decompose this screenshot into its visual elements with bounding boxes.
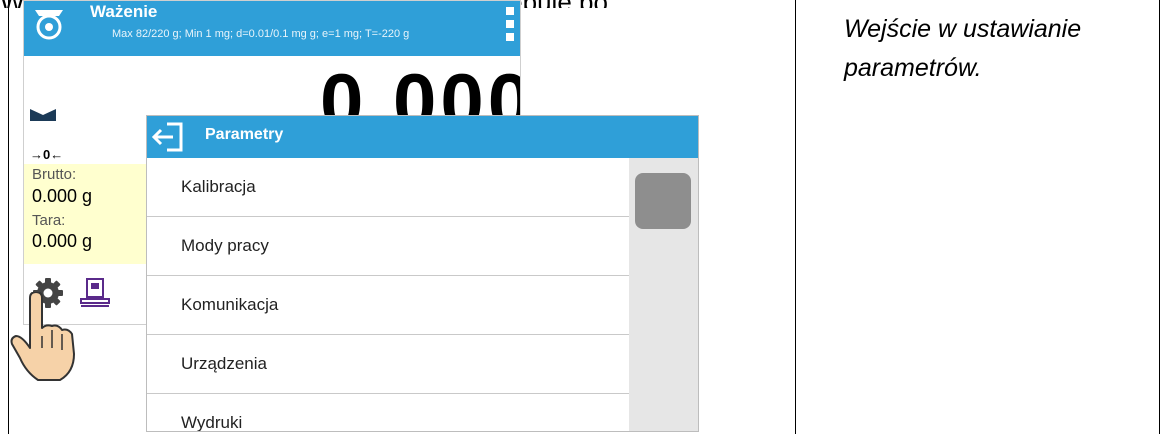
popup-title: Parametry	[205, 126, 284, 143]
menu-item-communication[interactable]: Komunikacja	[147, 276, 629, 335]
menu-list: Kalibracja Mody pracy Komunikacja Urządz…	[147, 158, 629, 431]
document-table: Wejście w ustawianie parametrów wagi nas…	[0, 0, 1169, 434]
pointing-hand-icon	[10, 292, 75, 381]
menu-item-printouts[interactable]: Wydruki	[147, 394, 629, 431]
top-bar: Ważenie Max 82/220 g; Min 1 mg; d=0.01/0…	[24, 1, 520, 56]
gross-label: Brutto:	[32, 166, 77, 183]
tare-label: Tara:	[32, 212, 66, 229]
table-line-left	[8, 0, 9, 434]
table-line-right	[1159, 0, 1160, 434]
tare-value: 0.000 g	[32, 231, 93, 251]
parameters-popup: Parametry Kalibracja Mody pracy Komunika…	[146, 115, 699, 432]
table-line-middle	[795, 0, 796, 434]
tare-icon[interactable]	[78, 277, 112, 309]
app-title: Ważenie	[90, 2, 158, 21]
menu-item-calibration[interactable]: Kalibracja	[147, 158, 629, 217]
zero-indicator: →0←	[30, 147, 64, 162]
exit-back-icon[interactable]	[151, 120, 187, 154]
menu-item-work-modes[interactable]: Mody pracy	[147, 217, 629, 276]
scrollbar-track[interactable]	[629, 158, 698, 431]
scrollbar-thumb[interactable]	[635, 173, 691, 229]
info-panel: Brutto: 0.000 g Tara: 0.000 g	[24, 164, 146, 264]
scale-icon[interactable]	[32, 7, 66, 41]
step-description: Wejście w ustawianie parametrów.	[844, 15, 1082, 82]
gross-value: 0.000 g	[32, 186, 93, 206]
kebab-menu-icon[interactable]	[506, 7, 514, 41]
popup-header: Parametry	[147, 116, 698, 158]
menu-item-devices[interactable]: Urządzenia	[147, 335, 629, 394]
spec-line: Max 82/220 g; Min 1 mg; d=0.01/0.1 mg g;…	[112, 28, 410, 40]
stable-indicator-icon	[30, 109, 56, 121]
